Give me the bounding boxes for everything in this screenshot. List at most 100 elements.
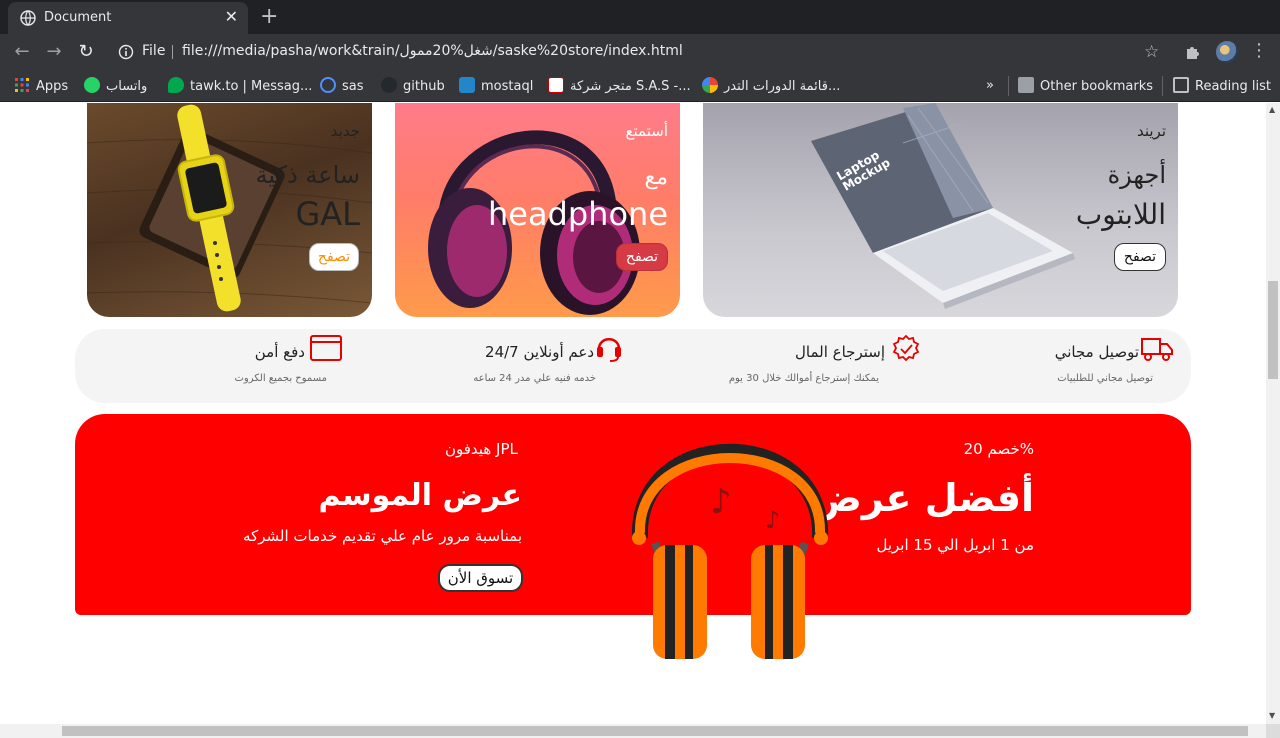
discount-label: خصم 20% [963,440,1034,458]
forward-icon[interactable]: → [42,40,66,64]
browse-headphone-button[interactable]: تصفح [616,243,668,271]
feature-money-back: إسترجاع المال يمكنك إسترجاع أموالك خلال … [695,329,925,403]
new-tab-icon[interactable]: + [260,4,278,29]
bookmark-label: sas [342,79,364,94]
horizontal-scrollbar[interactable] [0,724,1266,738]
whatsapp-icon [84,77,100,93]
extensions-icon[interactable] [1184,43,1202,61]
browser-tab[interactable]: Document ✕ [8,2,248,34]
product-card-laptop: Laptop Mockup تريند أجهزة اللابتوب تصفح [703,103,1178,317]
season-title: عرض الموسم [318,478,522,513]
bookmark-apps[interactable]: Apps [14,77,68,95]
offer-headline: أفضل عرض [810,476,1034,520]
card-tag: تريند [1136,122,1166,140]
feature-title: دفع أمن [254,343,305,361]
card-tag: جديد [330,122,360,140]
feature-subtitle: توصيل مجاني للطلبيات [1057,373,1153,384]
card-subtitle: headphone [487,195,668,233]
back-icon[interactable]: ← [10,40,34,64]
tab-title: Document [44,10,112,25]
feature-subtitle: يمكنك إسترجاع أموالك خلال 30 يوم [728,373,879,384]
apps-grid-icon [15,78,29,92]
svg-text:♪: ♪ [765,506,780,534]
card-title: مع [644,165,669,190]
bookmark-tawkto[interactable]: tawk.to | Messag... [168,77,312,95]
product-card-watch: جديد ساعة ذكية GAL تصفح [87,103,372,317]
bookmark-mostaql[interactable]: mostaql [459,77,533,95]
tab-strip: Document ✕ + [0,0,1280,34]
scrollbar-corner [1266,724,1280,738]
tawkto-icon [168,77,184,93]
scroll-up-icon[interactable]: ▲ [1269,105,1275,114]
season-description: بمناسبة مرور عام علي تقديم خدمات الشركه [243,527,522,545]
feature-subtitle: خدمه فنيه علي مدر 24 ساعه [473,373,596,384]
bookmarks-divider [1008,76,1009,96]
play-icon [320,77,336,93]
more-menu-icon[interactable]: ⋮ [1250,40,1268,61]
reload-icon[interactable]: ↻ [74,40,98,64]
badge-check-icon [892,334,920,362]
bookmark-sas-store[interactable]: متجر شركة S.A.S -... [548,77,691,95]
scroll-down-icon[interactable]: ▼ [1269,711,1275,720]
feature-title: دعم أونلاين 24/7 [485,343,594,361]
card-subtitle: GAL [295,195,360,233]
card-tag: أستمتع [625,122,668,140]
headphone-graphic: ♪ ♪ [631,443,829,659]
bookmarks-overflow-button[interactable]: » [986,77,994,95]
mostaql-icon [459,77,475,93]
folder-icon [1018,77,1034,93]
truck-icon [1141,338,1173,361]
bookmark-courses[interactable]: قائمة الدورات التدر... [702,77,840,95]
browse-watch-button[interactable]: تصفح [309,243,359,271]
bookmark-label: قائمة الدورات التدر... [724,79,841,94]
feature-subtitle: مسموح بجميع الكروت [234,373,327,384]
reading-list[interactable]: Reading list [1173,77,1271,95]
bookmark-star-icon[interactable]: ☆ [1144,42,1159,62]
product-name: هيدفون JPL [445,440,518,458]
bookmarks-bar: Apps واتساب tawk.to | Messag... sas gith… [0,70,1280,102]
info-icon[interactable] [118,44,134,60]
feature-free-delivery: توصيل مجاني توصيل مجاني للطلبيات [1035,329,1185,403]
page-viewport: جديد ساعة ذكية GAL تصفح أستمتع مع headph… [0,103,1266,724]
bookmarks-divider [1162,76,1163,96]
browser-toolbar: ← → ↻ File file:///media/pasha/work&trai… [0,34,1280,70]
address-bar[interactable]: File file:///media/pasha/work&train/شغل%… [108,37,1168,67]
profile-avatar[interactable] [1216,41,1238,63]
feature-online-support: دعم أونلاين 24/7 خدمه فنيه علي مدر 24 سا… [455,329,625,403]
url-separator [172,45,173,59]
google-icon [702,77,718,93]
bookmark-label: واتساب [106,79,148,94]
feature-secure-payment: دفع أمن مسموح بجميع الكروت [205,329,345,403]
card-title: أجهزة [1107,161,1166,189]
card-subtitle: اللابتوب [1075,198,1166,231]
sas-store-icon [548,77,564,93]
bookmark-whatsapp[interactable]: واتساب [84,77,147,95]
card-icon [310,335,342,361]
features-strip: توصيل مجاني توصيل مجاني للطلبيات إسترجاع… [75,329,1191,403]
browse-laptop-button[interactable]: تصفح [1114,243,1166,271]
headset-icon [597,338,621,362]
bookmark-sas[interactable]: sas [320,77,364,95]
other-bookmarks-label: Other bookmarks [1040,79,1154,94]
url-scheme-label: File [142,43,166,59]
github-icon [381,77,397,93]
feature-title: توصيل مجاني [1054,343,1139,361]
globe-icon [20,10,36,26]
close-tab-icon[interactable]: ✕ [225,7,238,26]
reading-list-label: Reading list [1195,79,1271,94]
card-title: ساعة ذكية [255,161,360,189]
vertical-scroll-thumb[interactable] [1268,281,1278,379]
shop-now-button[interactable]: تسوق الأن [438,564,523,592]
reading-list-icon [1173,77,1189,93]
bookmark-github[interactable]: github [381,77,445,95]
url-text[interactable]: file:///media/pasha/work&train/شغل%20ممو… [182,43,683,59]
vertical-scrollbar[interactable]: ▲ ▼ [1266,103,1280,724]
bookmark-label: Apps [36,79,69,94]
horizontal-scroll-thumb[interactable] [62,726,1248,736]
feature-title: إسترجاع المال [795,343,885,361]
bookmark-label: mostaql [481,79,534,94]
bookmark-label: متجر شركة S.A.S -... [570,79,691,94]
bookmark-label: github [403,79,445,94]
other-bookmarks[interactable]: Other bookmarks [1018,77,1153,95]
offer-dates: من 1 ابريل الي 15 ابريل [876,536,1035,554]
